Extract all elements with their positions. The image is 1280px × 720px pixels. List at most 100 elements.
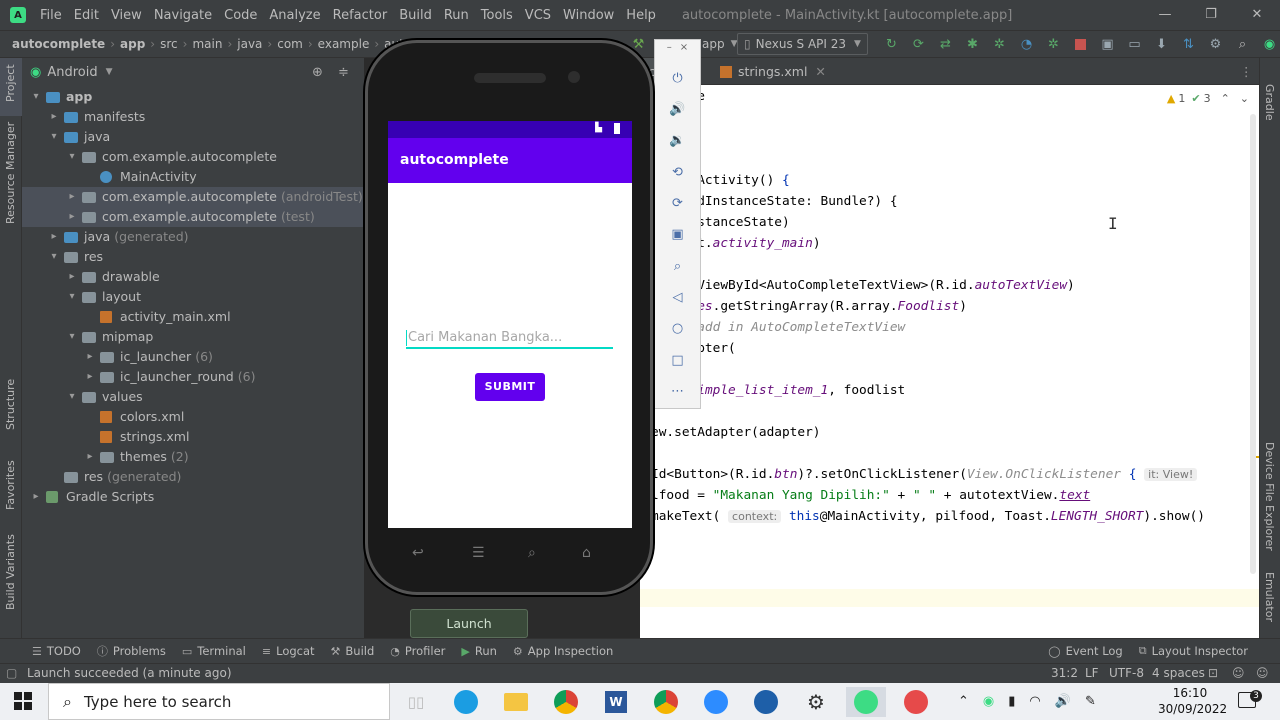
chevron-down-icon[interactable]: ▾ xyxy=(66,147,78,167)
arrow-down-icon[interactable]: ⌄ xyxy=(1240,92,1249,105)
taskbar-clock[interactable]: 16:10 30/09/2022 xyxy=(1158,685,1227,717)
gradle-sync-icon[interactable]: ⇅ xyxy=(1177,34,1201,54)
chevron-down-icon[interactable]: ▾ xyxy=(66,327,78,347)
usb-icon[interactable]: ▮ xyxy=(1008,694,1015,709)
profile-icon[interactable]: ◔ xyxy=(1015,34,1039,54)
breadcrumb-item[interactable]: src xyxy=(158,37,180,51)
menu-code[interactable]: Code xyxy=(218,8,263,23)
android-icon[interactable]: ◉ xyxy=(983,694,994,709)
tab-resource-manager[interactable]: Resource Manager xyxy=(4,122,17,224)
menu-build[interactable]: Build xyxy=(393,8,438,23)
breadcrumb-item[interactable]: main xyxy=(190,37,224,51)
device-manager-icon[interactable]: ▭ xyxy=(1123,34,1147,54)
chevron-right-icon[interactable]: ▸ xyxy=(66,207,78,227)
tree-item[interactable]: activity_main.xml xyxy=(22,307,364,327)
autocomplete-input[interactable]: Cari Makanan Bangka... xyxy=(406,327,613,349)
settings-icon[interactable]: ⚙ xyxy=(796,687,836,717)
apply-changes-icon[interactable]: ⟳ xyxy=(907,34,931,54)
zoom-app-icon[interactable] xyxy=(696,687,736,717)
tree-item[interactable]: ▸ manifests xyxy=(22,107,364,127)
breadcrumb-item[interactable]: example xyxy=(316,37,372,51)
submit-button[interactable]: SUBMIT xyxy=(475,373,545,401)
tree-item[interactable]: res (generated) xyxy=(22,467,364,487)
editor-scrollbar[interactable] xyxy=(1250,114,1256,574)
tree-item[interactable]: ▸ ic_launcher (6) xyxy=(22,347,364,367)
breadcrumb-item[interactable]: java xyxy=(235,37,264,51)
tree-item[interactable]: ▸ Gradle Scripts xyxy=(22,487,364,507)
search-key-icon[interactable]: ⌕ xyxy=(528,545,536,561)
chevron-right-icon[interactable]: ▸ xyxy=(84,367,96,387)
tab-gradle[interactable]: Gradle xyxy=(1263,84,1276,121)
chevron-right-icon[interactable]: ▸ xyxy=(48,227,60,247)
device-select[interactable]: ▯ Nexus S API 23 ▼ xyxy=(737,33,868,55)
tree-item[interactable]: ▸ drawable xyxy=(22,267,364,287)
tab-structure[interactable]: Structure xyxy=(4,379,17,430)
stop-icon[interactable] xyxy=(1069,34,1093,54)
rerun-icon[interactable]: ↻ xyxy=(880,34,904,54)
breadcrumb-item[interactable]: app xyxy=(118,37,147,51)
gear-icon[interactable]: ⚙ xyxy=(1204,34,1228,54)
chevron-right-icon[interactable]: ▸ xyxy=(66,187,78,207)
tree-item[interactable]: ▸ com.example.autocomplete (test) xyxy=(22,207,364,227)
chevron-down-icon[interactable]: ▾ xyxy=(48,127,60,147)
tool-event-log[interactable]: ◯ Event Log xyxy=(1048,644,1122,658)
edge-icon[interactable] xyxy=(446,687,486,717)
home-key-icon[interactable]: ⌂ xyxy=(582,545,591,561)
word-icon[interactable]: W xyxy=(596,687,636,717)
caret-position[interactable]: 31:2 xyxy=(1051,664,1078,682)
overview-icon[interactable]: □ xyxy=(655,346,700,374)
tree-item[interactable]: ▾ res xyxy=(22,247,364,267)
tree-item[interactable]: strings.xml xyxy=(22,427,364,447)
minimize-icon[interactable]: – xyxy=(667,42,672,53)
debug-icon[interactable]: ✱ xyxy=(961,34,985,54)
breadcrumb-item[interactable]: autocomplete xyxy=(10,37,107,51)
tab-device-file-explorer[interactable]: Device File Explorer xyxy=(1263,442,1276,551)
tool-build[interactable]: ⚒ Build xyxy=(331,644,375,658)
tab-emulator[interactable]: Emulator xyxy=(1263,572,1276,622)
menu-help[interactable]: Help xyxy=(620,8,662,23)
arrow-up-icon[interactable]: ⌃ xyxy=(1221,92,1230,105)
chevron-right-icon[interactable]: ▸ xyxy=(66,267,78,287)
smiley-icon[interactable]: ☺ xyxy=(1232,664,1245,682)
taskbar-search[interactable]: ⌕ Type here to search xyxy=(48,683,390,720)
tab-project[interactable]: Project xyxy=(4,64,17,102)
inspection-widget[interactable]: ▲ 1 ✔ 3 ⌃ ⌄ xyxy=(1167,92,1249,105)
file-explorer-icon[interactable] xyxy=(496,687,536,717)
volume-icon[interactable]: 🔊 xyxy=(1055,694,1071,709)
run-config-select[interactable]: app xyxy=(702,37,725,51)
tool-todo[interactable]: ☰ TODO xyxy=(32,644,81,658)
search-icon[interactable]: ⌕ xyxy=(1231,34,1255,54)
tree-item[interactable]: MainActivity xyxy=(22,167,364,187)
close-icon[interactable]: × xyxy=(680,42,688,53)
tool-layout-inspector[interactable]: ⧉ Layout Inspector xyxy=(1139,644,1248,658)
tree-item[interactable]: ▾ com.example.autocomplete xyxy=(22,147,364,167)
more-icon[interactable]: ⋯ xyxy=(655,377,700,405)
tree-item[interactable]: ▾ values xyxy=(22,387,364,407)
menu-navigate[interactable]: Navigate xyxy=(148,8,218,23)
lock-icon[interactable]: ⊡ xyxy=(1208,664,1218,682)
menu-analyze[interactable]: Analyze xyxy=(263,8,326,23)
smiley-icon[interactable]: ☺ xyxy=(1256,664,1269,682)
tree-item[interactable]: ▸ ic_launcher_round (6) xyxy=(22,367,364,387)
rotate-right-icon[interactable]: ⟳ xyxy=(655,189,700,217)
close-button[interactable]: ✕ xyxy=(1234,0,1280,30)
chevron-up-icon[interactable]: ⌃ xyxy=(958,694,969,709)
chevron-down-icon[interactable]: ▾ xyxy=(66,287,78,307)
tree-item[interactable]: ▾ mipmap xyxy=(22,327,364,347)
chevron-right-icon[interactable]: ▸ xyxy=(84,447,96,467)
tree-item[interactable]: ▾ layout xyxy=(22,287,364,307)
tool-profiler[interactable]: ◔ Profiler xyxy=(390,644,445,658)
pen-icon[interactable]: ✎ xyxy=(1085,694,1096,709)
tabs-menu-icon[interactable]: ⋮ xyxy=(1240,58,1253,85)
android-studio-icon[interactable] xyxy=(846,687,886,717)
restore-button[interactable]: ❐ xyxy=(1188,0,1234,30)
menu-refactor[interactable]: Refactor xyxy=(327,8,394,23)
menu-vcs[interactable]: VCS xyxy=(519,8,557,23)
menu-key-icon[interactable]: ☰ xyxy=(472,545,485,561)
windows-start-icon[interactable] xyxy=(14,692,32,710)
tree-item[interactable]: colors.xml xyxy=(22,407,364,427)
tab-favorites[interactable]: Favorites xyxy=(4,460,17,510)
task-view-icon[interactable]: ▯▯ xyxy=(396,687,436,717)
line-separator[interactable]: LF xyxy=(1085,664,1099,682)
home-icon[interactable]: ○ xyxy=(655,314,700,342)
